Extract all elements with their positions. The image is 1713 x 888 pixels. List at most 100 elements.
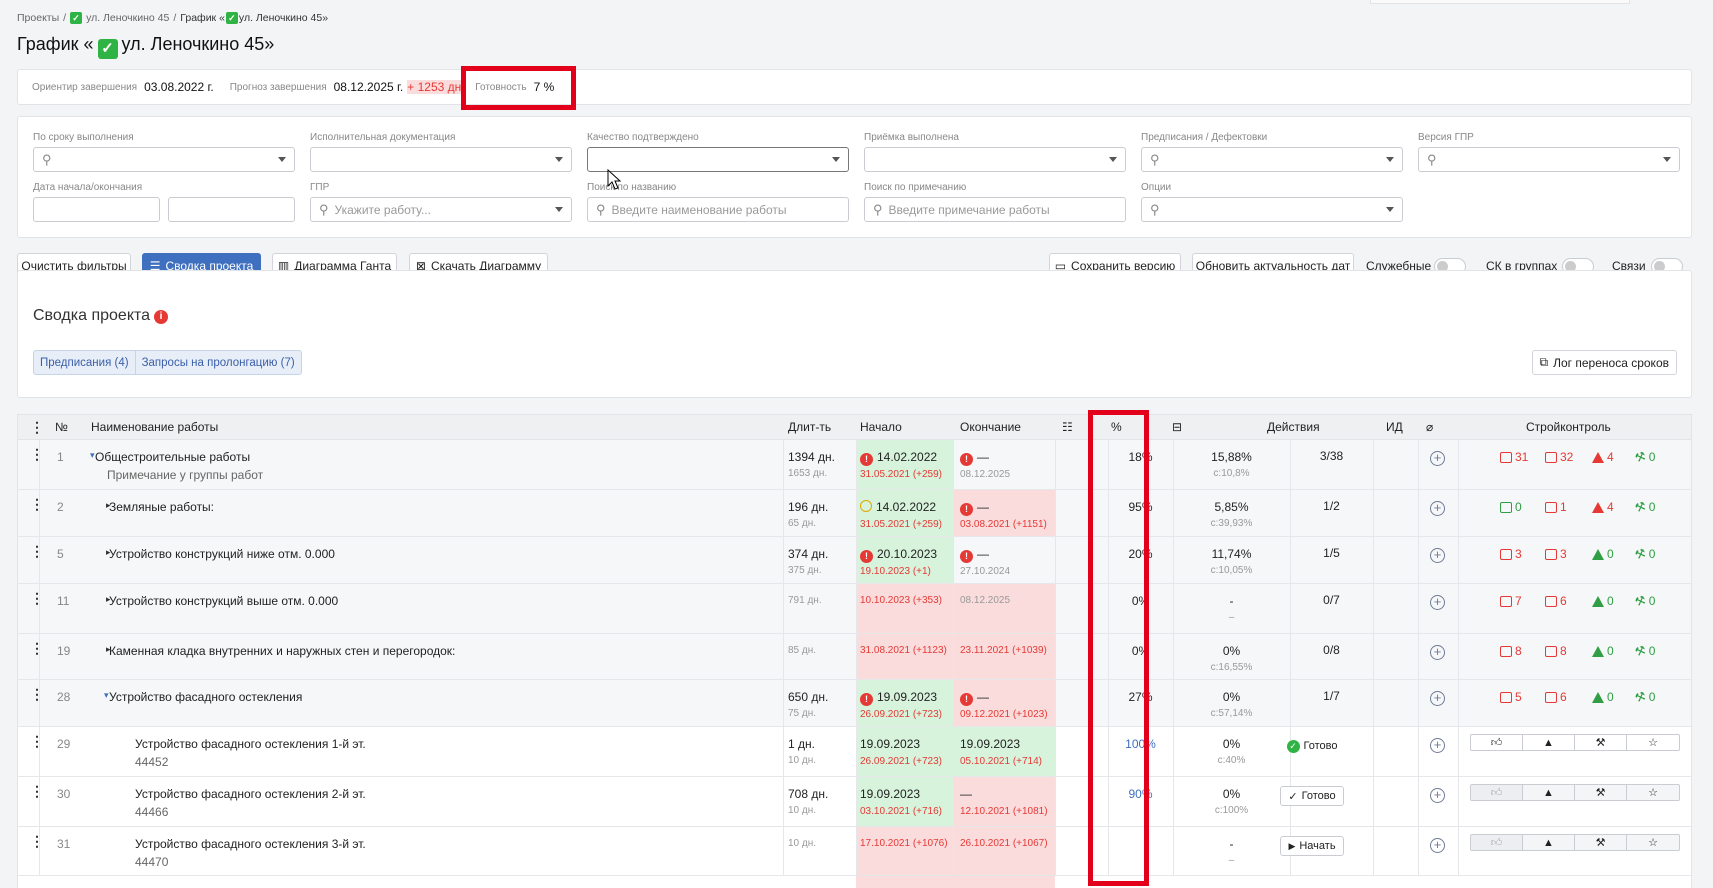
row-menu-icon[interactable]: ⋮ (30, 544, 44, 558)
thumbs-up-icon[interactable]: 👍︎ (1471, 735, 1523, 750)
work-name[interactable]: Устройство конструкций ниже отм. 0.000 (109, 547, 335, 561)
sk-stop-counter[interactable]: 6 (1545, 690, 1567, 704)
sk-play-counter[interactable]: 5 (1500, 690, 1522, 704)
thumbs-up-icon[interactable]: 👍︎ (1471, 835, 1523, 850)
search-name-input[interactable]: ⚲ Введите наименование работы (587, 197, 849, 222)
work-name[interactable]: Устройство фасадного остекления 3-й эт. (135, 837, 366, 851)
sk-stop-counter[interactable]: 32 (1545, 450, 1573, 464)
sk-hammer-counter[interactable]: ⚒ 0 (1633, 449, 1656, 466)
warning-icon[interactable]: ▲ (1523, 735, 1575, 750)
add-attachment-icon[interactable]: + (1430, 501, 1445, 516)
sk-stop-counter[interactable]: 6 (1545, 594, 1567, 608)
sk-hammer-counter[interactable]: ⚒ 0 (1633, 546, 1656, 563)
add-attachment-icon[interactable]: + (1430, 691, 1445, 706)
caret-down-icon[interactable]: ▾ (104, 690, 109, 701)
sk-warning-counter[interactable]: 4 (1592, 450, 1614, 464)
warning-icon[interactable]: ▲ (1523, 835, 1575, 850)
status-button[interactable]: ▶ Начать (1280, 836, 1344, 856)
add-attachment-icon[interactable]: + (1430, 838, 1445, 853)
gpr-select[interactable]: ⚲ Укажите работу... (310, 197, 572, 222)
sk-warning-counter[interactable]: 0 (1592, 547, 1614, 561)
work-name[interactable]: Устройство конструкций выше отм. 0.000 (109, 594, 338, 608)
sk-play-counter[interactable]: 3 (1500, 547, 1522, 561)
summary-title: Сводка проекта i (33, 307, 169, 325)
sk-hammer-counter[interactable]: ⚒ 0 (1633, 643, 1656, 660)
sk-warning-counter[interactable]: 0 (1592, 644, 1614, 658)
star-icon[interactable]: ☆ (1627, 835, 1679, 850)
sk-warning-counter[interactable]: 4 (1592, 500, 1614, 514)
sk-stop-counter[interactable]: 1 (1545, 500, 1567, 514)
star-icon[interactable]: ☆ (1627, 785, 1679, 800)
filter-docs-select[interactable] (310, 147, 572, 172)
sk-hammer-counter[interactable]: ⚒ 0 (1633, 499, 1656, 516)
warning-icon (1592, 691, 1604, 703)
add-attachment-icon[interactable]: + (1430, 451, 1445, 466)
row-menu-icon[interactable]: ⋮ (30, 834, 44, 848)
column-menu-icon[interactable]: ⋮ (30, 420, 44, 434)
sk-hammer-counter[interactable]: ⚒ 0 (1633, 593, 1656, 610)
thumbs-up-icon[interactable]: 👍︎ (1471, 785, 1523, 800)
date-start-input[interactable] (33, 197, 160, 222)
header-end: Окончание (960, 420, 1021, 434)
star-icon[interactable]: ☆ (1627, 735, 1679, 750)
status-button[interactable]: ✓ Готово (1280, 786, 1344, 806)
work-name[interactable]: Устройство фасадного остекления (109, 690, 302, 704)
tab-extension-requests[interactable]: Запросы на пролонгацию (7) (136, 351, 301, 374)
breadcrumb-project[interactable]: ул. Леночкино 45 (86, 12, 169, 24)
sk-play-counter[interactable]: 0 (1500, 500, 1522, 514)
hammer-icon[interactable]: ⚒ (1575, 785, 1627, 800)
caret-down-icon[interactable]: ▾ (90, 450, 95, 461)
filter-quality-select[interactable] (587, 147, 849, 172)
filter-acceptance-select[interactable] (864, 147, 1126, 172)
header-actions: Действия (1267, 420, 1320, 434)
add-attachment-icon[interactable]: + (1430, 595, 1445, 610)
status-button[interactable]: ✓ Готово (1280, 736, 1344, 756)
row-menu-icon[interactable]: ⋮ (30, 784, 44, 798)
log-button[interactable]: ⧉ Лог переноса сроков (1531, 350, 1677, 375)
work-name[interactable]: Земляные работы: (109, 500, 214, 514)
end-cell (953, 634, 1055, 679)
filter-version-select[interactable]: ⚲ (1418, 147, 1680, 172)
sk-warning-counter[interactable]: 0 (1592, 594, 1614, 608)
sk-action-group: 👍︎ ▲ ⚒ ☆ (1470, 734, 1680, 751)
filter-prescriptions-select[interactable]: ⚲ (1141, 147, 1403, 172)
hammer-icon[interactable]: ⚒ (1575, 735, 1627, 750)
hammer-icon[interactable]: ⚒ (1575, 835, 1627, 850)
sk-stop-counter[interactable]: 3 (1545, 547, 1567, 561)
info-icon[interactable]: i (154, 310, 169, 324)
filter-deadline-select[interactable]: ⚲ (33, 147, 295, 172)
add-attachment-icon[interactable]: + (1430, 738, 1445, 753)
sk-warning-counter[interactable]: 0 (1592, 690, 1614, 704)
work-name[interactable]: Устройство фасадного остекления 2-й эт. (135, 787, 366, 801)
add-attachment-icon[interactable]: + (1430, 548, 1445, 563)
row-menu-icon[interactable]: ⋮ (30, 497, 44, 511)
warning-icon[interactable]: ▲ (1523, 785, 1575, 800)
row-menu-icon[interactable]: ⋮ (30, 641, 44, 655)
add-attachment-icon[interactable]: + (1430, 788, 1445, 803)
sk-stop-counter[interactable]: 8 (1545, 644, 1567, 658)
row-menu-icon[interactable]: ⋮ (30, 687, 44, 701)
sk-play-counter[interactable]: 8 (1500, 644, 1522, 658)
sk-play-counter[interactable]: 7 (1500, 594, 1522, 608)
row-menu-icon[interactable]: ⋮ (30, 591, 44, 605)
sk-play-counter[interactable]: 31 (1500, 450, 1528, 464)
search-icon: ⚲ (42, 151, 52, 167)
row-menu-icon[interactable]: ⋮ (30, 734, 44, 748)
add-attachment-icon[interactable]: + (1430, 645, 1445, 660)
gpr-placeholder: Укажите работу... (334, 202, 431, 217)
sk-hammer-counter[interactable]: ⚒ 0 (1633, 689, 1656, 706)
work-name[interactable]: Общестроительные работы (95, 450, 250, 464)
options-select[interactable]: ⚲ (1141, 197, 1403, 222)
breadcrumb-projects[interactable]: Проекты (17, 12, 59, 24)
row-menu-icon[interactable]: ⋮ (30, 447, 44, 461)
play-box-icon (1500, 691, 1512, 703)
work-name[interactable]: Каменная кладка внутренних и наружных ст… (109, 644, 455, 658)
window-edge (1370, 0, 1630, 4)
work-name[interactable]: Устройство фасадного остекления 1-й эт. (135, 737, 366, 751)
date-end-input[interactable] (168, 197, 295, 222)
start-plan: 26.09.2021 (+723) (860, 756, 943, 767)
tab-prescriptions[interactable]: Предписания (4) (34, 351, 136, 374)
row-number: 5 (57, 547, 64, 561)
breadcrumb: Проекты / ✓ ул. Леночкино 45/ График « ✓ … (17, 12, 329, 24)
search-note-input[interactable]: ⚲ Введите примечание работы (864, 197, 1126, 222)
